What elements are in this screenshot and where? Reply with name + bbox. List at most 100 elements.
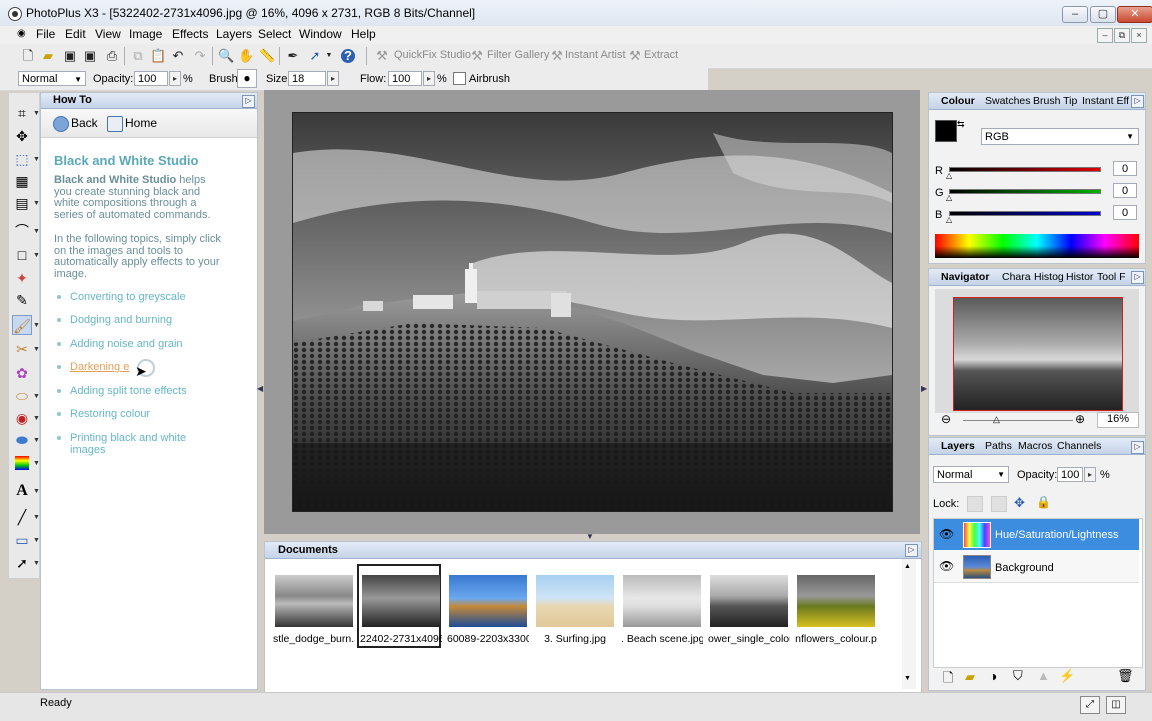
swap-colours-icon[interactable]: ⇆ bbox=[957, 119, 965, 130]
layer-fx-icon[interactable]: ⚡ bbox=[1059, 668, 1075, 684]
chevron-down-icon[interactable]: ▼ bbox=[33, 228, 40, 235]
layer-name[interactable]: Hue/Saturation/Lightness bbox=[995, 529, 1119, 541]
menu-layers[interactable]: Layers bbox=[214, 27, 254, 41]
new-adjustment-icon[interactable]: ◑ bbox=[989, 668, 997, 684]
menu-select[interactable]: Select bbox=[256, 27, 293, 41]
hand-icon[interactable]: ✋ bbox=[238, 48, 254, 64]
zoom-value[interactable]: 16% bbox=[1097, 412, 1139, 428]
opacity-spinner[interactable]: ▸ bbox=[169, 71, 181, 86]
app-icon[interactable] bbox=[8, 7, 22, 21]
document-thumbnail[interactable] bbox=[797, 575, 875, 627]
tab-character[interactable]: Chara bbox=[1002, 271, 1031, 283]
tab-histogram[interactable]: Histog bbox=[1034, 271, 1064, 283]
r-slider-handle[interactable]: △ bbox=[946, 171, 952, 180]
tab-layers[interactable]: Layers bbox=[941, 440, 975, 452]
zoom-slider[interactable] bbox=[963, 420, 1073, 421]
size-input[interactable]: 18 bbox=[288, 71, 326, 86]
magic-wand-icon[interactable]: ✦ bbox=[12, 268, 32, 288]
chevron-down-icon[interactable]: ▼ bbox=[33, 460, 40, 467]
save-icon[interactable]: ▣ bbox=[62, 48, 78, 64]
chevron-down-icon[interactable]: ▼ bbox=[33, 110, 40, 117]
smudge-tool-icon[interactable]: ✿ bbox=[12, 363, 32, 383]
panels-toggle-icon[interactable]: ◫ bbox=[1106, 696, 1126, 714]
fit-window-icon[interactable]: ⤢ bbox=[1080, 696, 1100, 714]
b-value-input[interactable]: 0 bbox=[1113, 205, 1137, 220]
clone-tool-icon[interactable]: ✂ bbox=[12, 339, 32, 359]
panel-menu-icon[interactable]: ▷ bbox=[1131, 441, 1144, 454]
link-restoring-colour[interactable]: Restoring colour bbox=[57, 408, 219, 421]
tab-instant-effects[interactable]: Instant Eff bbox=[1082, 95, 1129, 107]
mesh-warp-tool-icon[interactable]: ▤ bbox=[12, 193, 32, 213]
home-button[interactable]: Home bbox=[107, 116, 157, 132]
ruler-icon[interactable]: 📏 bbox=[259, 48, 275, 64]
link-noise-grain[interactable]: Adding noise and grain bbox=[57, 338, 219, 351]
move-tool-icon[interactable]: ✥ bbox=[12, 126, 32, 146]
red-eye-tool-icon[interactable]: ◉ bbox=[12, 408, 32, 428]
color-pick-icon[interactable]: ✎ bbox=[12, 290, 32, 310]
r-slider[interactable] bbox=[949, 167, 1101, 172]
menu-help[interactable]: Help bbox=[349, 27, 378, 41]
new-group-icon[interactable]: ▰ bbox=[965, 669, 975, 685]
undo-icon[interactable]: ↶ bbox=[170, 48, 186, 64]
new-file-icon[interactable]: 🗋 bbox=[20, 48, 36, 64]
close-button[interactable]: ✕ bbox=[1117, 6, 1152, 23]
zoom-in-icon[interactable]: ⊕ bbox=[1075, 412, 1085, 426]
eye-visibility-icon[interactable]: 👁 bbox=[939, 559, 954, 573]
shape-tool-icon[interactable]: ▭ bbox=[12, 530, 32, 550]
chevron-down-icon[interactable]: ▼ bbox=[33, 437, 40, 444]
layer-mask-icon[interactable]: ⛉ bbox=[1013, 668, 1023, 684]
crop-tool-icon[interactable]: ⌗ bbox=[12, 103, 32, 123]
layer-blend-mode-select[interactable]: Normal ▼ bbox=[933, 466, 1009, 483]
tab-how-to[interactable]: How To bbox=[53, 94, 92, 106]
tab-navigator[interactable]: Navigator bbox=[941, 271, 989, 283]
eye-visibility-icon[interactable]: 👁 bbox=[939, 527, 954, 541]
b-slider[interactable] bbox=[949, 211, 1101, 216]
g-slider[interactable] bbox=[949, 189, 1101, 194]
panel-menu-icon[interactable]: ▷ bbox=[1131, 95, 1144, 108]
delete-layer-icon[interactable]: 🗑 bbox=[1117, 668, 1134, 684]
chevron-down-icon[interactable]: ▼ bbox=[321, 48, 337, 64]
tab-paths[interactable]: Paths bbox=[985, 440, 1012, 452]
layer-name[interactable]: Background bbox=[995, 562, 1054, 574]
foreground-colour-swatch[interactable] bbox=[935, 120, 957, 142]
tab-tool-presets[interactable]: Tool F bbox=[1097, 271, 1126, 283]
brush-preview[interactable]: ● bbox=[237, 69, 257, 88]
menu-edit[interactable]: Edit bbox=[63, 27, 88, 41]
document-icon[interactable]: ◉ bbox=[17, 28, 27, 39]
tab-colour[interactable]: Colour bbox=[941, 95, 975, 107]
r-value-input[interactable]: 0 bbox=[1113, 161, 1137, 176]
collapse-bottom-arrow-icon[interactable]: ▼ bbox=[586, 533, 600, 541]
tab-history[interactable]: Histor bbox=[1066, 271, 1093, 283]
straighten-tool-icon[interactable]: ▦ bbox=[12, 171, 32, 191]
panel-menu-icon[interactable]: ▷ bbox=[905, 544, 918, 557]
redo-icon[interactable]: ↷ bbox=[192, 48, 208, 64]
chevron-down-icon[interactable]: ▼ bbox=[33, 560, 40, 567]
rectangle-select-icon[interactable]: □ bbox=[12, 245, 32, 265]
instant-artist-button[interactable]: Instant Artist bbox=[565, 49, 626, 61]
scroll-up-icon[interactable]: ▲ bbox=[904, 563, 911, 570]
extract-button[interactable]: Extract bbox=[644, 49, 678, 61]
filter-gallery-button[interactable]: Filter Gallery bbox=[487, 49, 549, 61]
documents-scrollbar[interactable]: ▲ ▼ bbox=[902, 559, 916, 689]
layer-opacity-spinner[interactable]: ▸ bbox=[1084, 467, 1096, 482]
zoom-out-icon[interactable]: ⊖ bbox=[941, 412, 951, 426]
tab-brush-tip[interactable]: Brush Tip bbox=[1033, 95, 1077, 107]
chevron-down-icon[interactable]: ▼ bbox=[33, 346, 40, 353]
panel-menu-icon[interactable]: ▷ bbox=[242, 95, 255, 108]
lock-position-icon[interactable]: ✥ bbox=[1014, 495, 1025, 511]
chevron-down-icon[interactable]: ▼ bbox=[33, 393, 40, 400]
lasso-tool-icon[interactable]: ⌒ bbox=[12, 221, 32, 241]
menu-effects[interactable]: Effects bbox=[170, 27, 210, 41]
save-as-icon[interactable]: ▣ bbox=[82, 48, 98, 64]
chevron-down-icon[interactable]: ▼ bbox=[33, 514, 40, 521]
copy-icon[interactable]: ⧉ bbox=[130, 48, 146, 64]
chevron-down-icon[interactable]: ▼ bbox=[33, 415, 40, 422]
back-button[interactable]: Back bbox=[53, 116, 98, 132]
document-thumbnail[interactable] bbox=[449, 575, 527, 627]
size-spinner[interactable]: ▸ bbox=[327, 71, 339, 86]
minimize-button[interactable]: – bbox=[1062, 6, 1088, 23]
layer-effects-icon[interactable]: ▲ bbox=[1037, 668, 1050, 683]
open-file-icon[interactable]: ▰ bbox=[40, 48, 56, 64]
lock-transparency-icon[interactable] bbox=[967, 496, 983, 512]
chevron-down-icon[interactable]: ▼ bbox=[33, 252, 40, 259]
